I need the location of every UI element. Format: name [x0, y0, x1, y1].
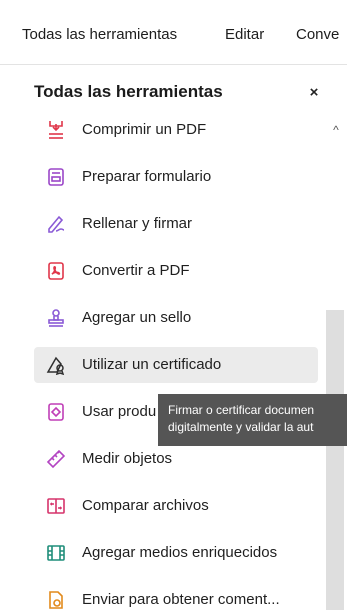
fill-sign-icon [46, 214, 66, 234]
tool-add-stamp[interactable]: Agregar un sello [34, 300, 318, 336]
tool-label: Comparar archivos [82, 497, 209, 514]
close-icon[interactable]: × [306, 85, 322, 101]
panel-title: Todas las herramientas [34, 82, 223, 101]
tab-edit[interactable]: Editar [225, 26, 264, 44]
tab-all-tools[interactable]: Todas las herramientas [22, 26, 177, 44]
tools-list: Comprimir un PDF Preparar formulario Rel… [0, 110, 330, 610]
tool-label: Preparar formulario [82, 168, 212, 185]
tool-compress-pdf[interactable]: Comprimir un PDF [34, 112, 318, 148]
tool-label: Agregar medios enriquecidos [82, 544, 278, 561]
scrollbar-thumb[interactable] [326, 310, 344, 610]
send-comments-icon [46, 590, 66, 610]
tool-fill-sign[interactable]: Rellenar y firmar [34, 206, 318, 242]
rich-media-icon [46, 543, 66, 563]
scroll-up-icon[interactable]: ^ [328, 122, 344, 138]
tab-convert[interactable]: Conve [296, 26, 339, 44]
compare-icon [46, 496, 66, 516]
tool-label: Utilizar un certificado [82, 356, 222, 373]
tool-measure[interactable]: Medir objetos [34, 441, 318, 477]
tool-use-certificate[interactable]: Utilizar un certificado [34, 347, 318, 383]
prepare-form-icon [46, 167, 66, 187]
tool-compare[interactable]: Comparar archivos [34, 488, 318, 524]
compress-pdf-icon [46, 120, 66, 140]
convert-pdf-icon [46, 261, 66, 281]
measure-icon [46, 449, 66, 469]
tool-rich-media[interactable]: Agregar medios enriquecidos [34, 535, 318, 571]
tab-bar: Todas las herramientas Editar Conve [0, 0, 347, 65]
protect-icon [46, 402, 66, 422]
tooltip-line: Firmar o certificar documen [168, 403, 315, 417]
tool-convert-pdf[interactable]: Convertir a PDF [34, 253, 318, 289]
certificate-icon [46, 355, 66, 376]
tool-label: Usar produ [82, 403, 157, 420]
tooltip-line: digitalmente y validar la aut [168, 420, 314, 434]
tool-label: Enviar para obtener coment... [82, 591, 280, 608]
stamp-icon [46, 308, 66, 328]
tool-label: Rellenar y firmar [82, 215, 193, 232]
tool-label: Agregar un sello [82, 309, 192, 326]
tool-label: Convertir a PDF [82, 262, 190, 279]
tool-label: Medir objetos [82, 450, 173, 467]
tool-prepare-form[interactable]: Preparar formulario [34, 159, 318, 195]
tool-label: Comprimir un PDF [82, 121, 207, 138]
tool-send-comments[interactable]: Enviar para obtener coment... [34, 582, 318, 610]
tooltip: Firmar o certificar documen digitalmente… [158, 394, 347, 446]
